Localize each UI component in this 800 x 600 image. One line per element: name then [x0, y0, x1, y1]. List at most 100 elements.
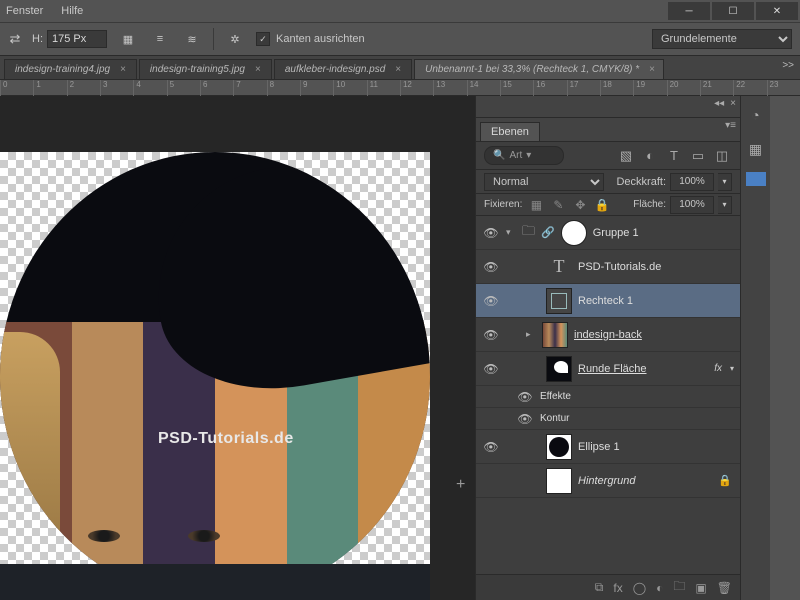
chevron-down-icon[interactable]: ▾ [718, 173, 732, 191]
layer-name[interactable]: Gruppe 1 [593, 227, 734, 239]
align-edges-label: Kanten ausrichten [276, 33, 365, 45]
layers-panel: ◂◂ × Ebenen ▾≡ 🔍 Art ▾ ▧ ◐ T ▭ ◫ Normal D… [475, 96, 740, 600]
fill-label: Fläche: [633, 199, 666, 210]
layer-thumb [546, 468, 572, 494]
window-controls: ─ ☐ ✕ [668, 2, 798, 20]
link-layers-icon[interactable]: ⧉ [595, 580, 604, 595]
align-edges-checkbox[interactable]: ✓ Kanten ausrichten [256, 32, 365, 46]
swatch-icon[interactable] [746, 172, 766, 186]
doc-tab-active[interactable]: Unbenannt-1 bei 33,3% (Rechteck 1, CMYK/… [414, 59, 664, 79]
delete-icon[interactable]: 🗑 [717, 581, 732, 595]
blend-row: Normal Deckkraft: 100% ▾ [476, 170, 740, 194]
blend-mode-select[interactable]: Normal [484, 173, 604, 191]
disc-design: PSD-Tutorials.de [0, 152, 430, 600]
close-icon[interactable]: × [120, 64, 126, 75]
menu-hilfe[interactable]: Hilfe [61, 5, 83, 17]
fx-badge[interactable]: fx [714, 363, 722, 374]
close-icon[interactable]: × [649, 64, 655, 75]
layer-thumb [561, 220, 587, 246]
visibility-icon[interactable]: 👁 [516, 410, 534, 428]
fx-icon[interactable]: fx [613, 581, 622, 595]
adjustment-icon[interactable]: ◐ [656, 581, 663, 595]
layer-fx-item[interactable]: 👁 Kontur [476, 408, 740, 430]
menu-fenster[interactable]: Fenster [6, 5, 43, 17]
new-layer-icon[interactable]: ▣ [695, 581, 706, 595]
visibility-icon[interactable]: 👁 [482, 360, 500, 378]
visibility-icon[interactable]: 👁 [482, 224, 500, 242]
tabs-overflow[interactable]: >> [782, 60, 794, 71]
disclosure-icon[interactable]: ▾ [506, 227, 516, 238]
swatches-panel-icon[interactable]: ▦ [745, 138, 767, 160]
opacity-value[interactable]: 100% [670, 173, 714, 191]
panel-tab-layers[interactable]: Ebenen [480, 122, 540, 141]
layer-row-smart[interactable]: 👁 ▸ indesign-back [476, 318, 740, 352]
filter-type-icon[interactable]: T [664, 146, 684, 166]
layer-row-text[interactable]: 👁 T PSD-Tutorials.de [476, 250, 740, 284]
close-button[interactable]: ✕ [756, 2, 798, 20]
color-panel-icon[interactable]: ◔ [745, 104, 767, 126]
anchor-icon[interactable]: ▦ [117, 28, 139, 50]
lock-transparency-icon[interactable]: ▦ [528, 197, 544, 213]
fx-item-label: Effekte [540, 391, 734, 402]
layers-list: 👁 ▾ 🗀 🔗 Gruppe 1 👁 T PSD-Tutorials.de 👁 [476, 216, 740, 574]
layer-name[interactable]: PSD-Tutorials.de [578, 261, 734, 273]
align-left-icon[interactable]: ≡ [149, 28, 171, 50]
layer-row-round[interactable]: 👁 Runde Fläche fx ▾ [476, 352, 740, 386]
visibility-icon[interactable] [482, 472, 500, 490]
filter-pixel-icon[interactable]: ▧ [616, 146, 636, 166]
layer-name[interactable]: Hintergrund [578, 475, 712, 487]
gear-icon[interactable]: ✲ [224, 28, 246, 50]
fill-value[interactable]: 100% [670, 196, 714, 214]
visibility-icon[interactable]: 👁 [482, 258, 500, 276]
arrange-icon[interactable]: ≋ [181, 28, 203, 50]
layer-name[interactable]: indesign-back [574, 329, 734, 341]
close-icon[interactable]: × [255, 64, 261, 75]
close-icon[interactable]: × [395, 64, 401, 75]
lock-all-icon[interactable]: 🔒 [594, 197, 610, 213]
panel-close-icon[interactable]: × [730, 98, 736, 109]
layer-name[interactable]: Runde Fläche [578, 363, 708, 375]
canvas-area[interactable]: PSD-Tutorials.de + [0, 96, 475, 600]
lock-pixels-icon[interactable]: ✎ [550, 197, 566, 213]
group-icon[interactable]: 🗀 [673, 577, 685, 598]
cursor-crosshair-icon: + [456, 476, 465, 494]
doc-tab[interactable]: indesign-training4.jpg× [4, 59, 137, 79]
mask-icon[interactable]: ◯ [633, 581, 646, 595]
lock-position-icon[interactable]: ✥ [572, 197, 588, 213]
filter-adjust-icon[interactable]: ◐ [640, 146, 660, 166]
height-input[interactable] [47, 30, 107, 48]
document-tabs: indesign-training4.jpg× indesign-trainin… [0, 56, 800, 80]
visibility-icon[interactable]: 👁 [482, 292, 500, 310]
layer-row-background[interactable]: Hintergrund 🔒 [476, 464, 740, 498]
doc-tab[interactable]: indesign-training5.jpg× [139, 59, 272, 79]
titlebar: Fenster Hilfe ─ ☐ ✕ [0, 0, 800, 22]
layer-row-group[interactable]: 👁 ▾ 🗀 🔗 Gruppe 1 [476, 216, 740, 250]
disclosure-icon[interactable]: ▸ [526, 329, 536, 340]
panel-collapse-icon[interactable]: ◂◂ [714, 98, 724, 109]
filter-shape-icon[interactable]: ▭ [688, 146, 708, 166]
opacity-label: Deckkraft: [616, 176, 666, 188]
layer-thumb [542, 322, 568, 348]
link-wh-icon[interactable]: ⇄ [8, 32, 22, 46]
layer-row-ellipse[interactable]: 👁 Ellipse 1 [476, 430, 740, 464]
visibility-icon[interactable]: 👁 [482, 438, 500, 456]
workspace-select[interactable]: Grundelemente [652, 29, 792, 49]
layer-name[interactable]: Ellipse 1 [578, 441, 734, 453]
layers-panel-footer: ⧉ fx ◯ ◐ 🗀 ▣ 🗑 [476, 574, 740, 600]
chevron-down-icon[interactable]: ▾ [730, 364, 734, 373]
layer-filter-kind[interactable]: 🔍 Art ▾ [484, 146, 564, 165]
filter-smart-icon[interactable]: ◫ [712, 146, 732, 166]
layer-fx-item[interactable]: 👁 Effekte [476, 386, 740, 408]
maximize-button[interactable]: ☐ [712, 2, 754, 20]
minimize-button[interactable]: ─ [668, 2, 710, 20]
panel-menu-icon[interactable]: ▾≡ [725, 120, 736, 131]
layer-row-selected[interactable]: 👁 Rechteck 1 [476, 284, 740, 318]
workspace: PSD-Tutorials.de + ◂◂ × Ebenen ▾≡ 🔍 Art ▾… [0, 96, 800, 600]
folder-icon: 🗀 [522, 222, 535, 244]
visibility-icon[interactable]: 👁 [482, 326, 500, 344]
layer-name[interactable]: Rechteck 1 [578, 295, 734, 307]
visibility-icon[interactable]: 👁 [516, 388, 534, 406]
doc-tab[interactable]: aufkleber-indesign.psd× [274, 59, 412, 79]
chevron-down-icon[interactable]: ▾ [718, 196, 732, 214]
workspace-switcher[interactable]: Grundelemente [652, 29, 792, 49]
